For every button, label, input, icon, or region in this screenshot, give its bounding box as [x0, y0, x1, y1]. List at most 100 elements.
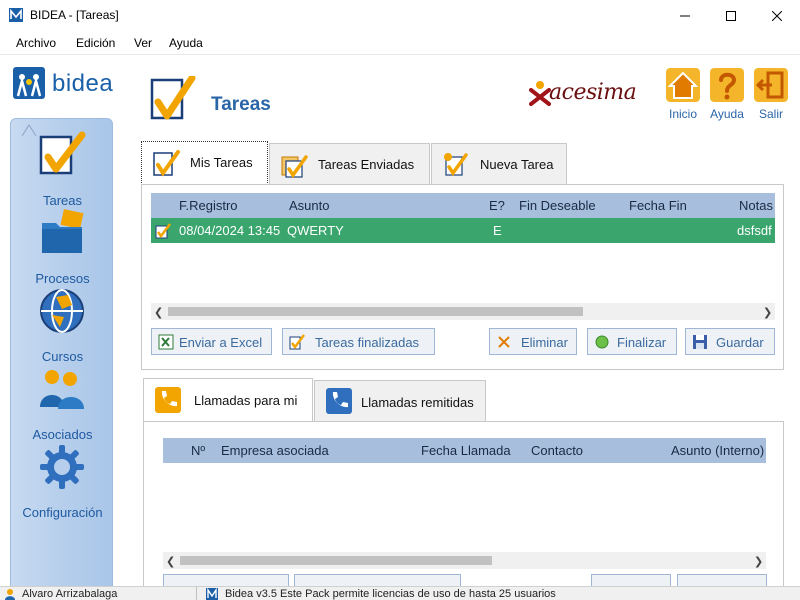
scroll-thumb[interactable] — [180, 556, 492, 565]
tasks-grid-header: F.Registro Asunto E? Fin Deseable Fecha … — [151, 193, 775, 218]
sidebar-label-procesos: Procesos — [35, 271, 90, 286]
phone-icon — [155, 387, 181, 413]
menu-bar: Archivo Edición Ver Ayuda — [0, 31, 800, 55]
people-icon — [40, 370, 84, 409]
col-fecha-fin[interactable]: Fecha Fin — [629, 198, 687, 213]
acesima-logo-icon — [529, 81, 551, 106]
folder-icon — [42, 209, 84, 253]
enviar-excel-button[interactable]: Enviar a Excel — [151, 328, 272, 355]
cell-notas: dsfsdf — [737, 223, 772, 238]
sidebar-item-asociados[interactable]: Asociados — [11, 365, 114, 443]
calls-grid[interactable]: Nº Empresa asociada Fecha Llamada Contac… — [163, 438, 766, 571]
home-icon — [666, 68, 700, 102]
save-icon — [693, 335, 707, 349]
tab-label: Mis Tareas — [190, 155, 253, 170]
col-fin-deseable[interactable]: Fin Deseable — [519, 198, 596, 213]
brand-text: acesima — [549, 80, 637, 105]
sidebar-item-tareas[interactable]: Tareas — [11, 131, 114, 209]
exit-icon — [754, 68, 788, 102]
salir-button[interactable]: Salir — [751, 68, 791, 122]
ayuda-button[interactable]: Ayuda — [707, 68, 747, 122]
scroll-right-icon[interactable]: ❯ — [754, 555, 763, 568]
tab-mis-tareas[interactable]: Mis Tareas — [141, 141, 268, 185]
button-label: Enviar a Excel — [179, 335, 263, 350]
status-bar: Alvaro Arrizabalaga Bidea v3.5 Este Pack… — [0, 586, 800, 600]
bidea-logo-icon — [206, 588, 218, 600]
logo-text: bidea — [52, 70, 114, 97]
tasks-grid[interactable]: F.Registro Asunto E? Fin Deseable Fecha … — [151, 193, 775, 323]
cell-estado: E — [493, 223, 502, 238]
col-asunto-interno[interactable]: Asunto (Interno) — [671, 443, 764, 458]
sidebar-label-configuracion: Configuración — [22, 505, 103, 520]
menu-archivo[interactable]: Archivo — [16, 36, 56, 50]
table-row[interactable]: 08/04/2024 13:45 QWERTY E dsfsdf — [151, 218, 775, 243]
tab-llamadas-remitidas[interactable]: Llamadas remitidas — [314, 380, 486, 421]
bidea-logo-icon — [13, 67, 45, 99]
sidebar-item-configuracion[interactable]: Configuración — [11, 443, 114, 521]
status-divider — [196, 587, 197, 600]
col-estado[interactable]: E? — [489, 198, 505, 213]
menu-ayuda[interactable]: Ayuda — [169, 36, 203, 50]
eliminar-button[interactable]: Eliminar — [489, 328, 577, 355]
tab-llamadas-para-mi[interactable]: Llamadas para mi — [143, 378, 313, 422]
phone-icon — [326, 388, 352, 414]
tab-nueva-tarea[interactable]: Nueva Tarea — [431, 143, 567, 184]
tasks-hscrollbar[interactable]: ❮ ❯ — [151, 303, 775, 320]
sidebar-label-cursos: Cursos — [41, 349, 84, 364]
scroll-thumb[interactable] — [168, 307, 583, 316]
scroll-right-icon[interactable]: ❯ — [763, 306, 772, 319]
maximize-button[interactable] — [708, 0, 754, 31]
finalizar-button[interactable]: Finalizar — [587, 328, 677, 355]
close-button[interactable] — [754, 0, 800, 31]
sidebar-item-procesos[interactable]: Procesos — [11, 209, 114, 287]
tareas-finalizadas-button[interactable]: Tareas finalizadas — [282, 328, 435, 355]
sidebar-item-cursos[interactable]: Cursos — [11, 287, 114, 365]
scroll-left-icon[interactable]: ❮ — [166, 555, 175, 568]
tab-label: Llamadas remitidas — [361, 395, 474, 410]
col-notas[interactable]: Notas — [739, 198, 773, 213]
minimize-icon — [680, 15, 690, 16]
status-user: Alvaro Arrizabalaga — [22, 588, 118, 600]
sidebar: Tareas Procesos Cursos Asociados Configu… — [10, 118, 113, 600]
col-contacto[interactable]: Contacto — [531, 443, 583, 458]
guardar-button[interactable]: Guardar — [685, 328, 775, 355]
col-numero[interactable]: Nº — [191, 443, 205, 458]
sidebar-label-asociados: Asociados — [32, 427, 93, 442]
delete-x-icon — [498, 336, 510, 348]
app-logo-icon — [9, 8, 23, 22]
app-window: BIDEA - [Tareas] Archivo Edición Ver Ayu… — [0, 0, 800, 600]
col-asunto[interactable]: Asunto — [289, 198, 329, 213]
tasks-panel: F.Registro Asunto E? Fin Deseable Fecha … — [141, 184, 784, 370]
tab-tareas-enviadas[interactable]: Tareas Enviadas — [269, 143, 430, 184]
minimize-button[interactable] — [662, 0, 708, 31]
excel-icon — [158, 334, 174, 350]
cell-f-registro: 08/04/2024 13:45 — [179, 223, 281, 238]
tab-label: Llamadas para mi — [194, 393, 298, 408]
col-f-registro[interactable]: F.Registro — [179, 198, 238, 213]
globe-icon — [40, 289, 84, 333]
title-bar: BIDEA - [Tareas] — [0, 0, 800, 31]
green-dot-icon — [595, 335, 609, 349]
tareas-header-icon — [150, 76, 196, 120]
checkmark-icon — [39, 131, 86, 175]
col-fecha-llamada[interactable]: Fecha Llamada — [421, 443, 511, 458]
bidea-logo: bidea — [12, 66, 122, 102]
tab-label: Tareas Enviadas — [318, 157, 415, 172]
col-empresa-asociada[interactable]: Empresa asociada — [221, 443, 329, 458]
inicio-button[interactable]: Inicio — [663, 68, 703, 122]
maximize-icon — [726, 10, 736, 21]
checkmark-icon — [289, 334, 305, 350]
menu-ver[interactable]: Ver — [134, 36, 152, 50]
sent-tasks-icon — [281, 155, 308, 179]
menu-edicion[interactable]: Edición — [76, 36, 115, 50]
task-check-icon — [155, 223, 171, 239]
calls-grid-header: Nº Empresa asociada Fecha Llamada Contac… — [163, 438, 766, 463]
scroll-left-icon[interactable]: ❮ — [154, 306, 163, 319]
button-label: Eliminar — [521, 335, 568, 350]
ayuda-label: Ayuda — [710, 107, 744, 121]
salir-label: Salir — [758, 107, 783, 121]
calls-hscrollbar[interactable]: ❮ ❯ — [163, 552, 766, 569]
button-label: Tareas finalizadas — [315, 335, 420, 350]
cell-asunto: QWERTY — [287, 223, 344, 238]
user-icon — [5, 589, 15, 600]
